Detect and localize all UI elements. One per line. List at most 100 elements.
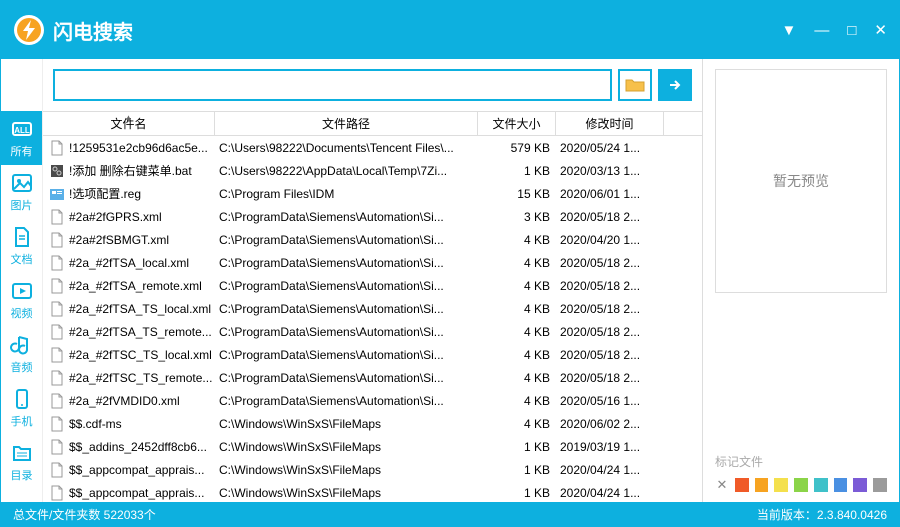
file-date: 2020/04/24 1... [556, 463, 664, 477]
tag-color[interactable] [834, 478, 848, 492]
close-button[interactable]: ✕ [874, 21, 887, 39]
file-date: 2020/05/18 2... [556, 279, 664, 293]
column-size[interactable]: 文件大小 [478, 112, 556, 135]
image-icon [10, 171, 34, 195]
file-name: !1259531e2cb96d6ac5e... [69, 141, 208, 155]
sidebar-item-image[interactable]: 图片 [1, 165, 42, 219]
svg-text:ALL: ALL [14, 126, 30, 135]
file-size: 1 KB [478, 440, 556, 454]
file-size: 4 KB [478, 302, 556, 316]
file-path: C:\Windows\WinSxS\FileMaps [215, 417, 478, 431]
file-name: #2a_#2fTSA_TS_local.xml [69, 302, 211, 316]
search-input[interactable] [53, 69, 612, 101]
phone-icon [10, 387, 34, 411]
table-row[interactable]: #2a_#2fTSA_TS_remote...C:\ProgramData\Si… [43, 320, 702, 343]
file-icon [49, 439, 65, 455]
file-size: 1 KB [478, 486, 556, 500]
file-name: $$.cdf-ms [69, 417, 122, 431]
all-icon: ALL [10, 117, 34, 141]
file-date: 2020/05/18 2... [556, 302, 664, 316]
file-path: C:\Windows\WinSxS\FileMaps [215, 463, 478, 477]
file-path: C:\ProgramData\Siemens\Automation\Si... [215, 256, 478, 270]
file-date: 2019/03/19 1... [556, 440, 664, 454]
sidebar-item-label: 文档 [11, 251, 33, 267]
tag-color[interactable] [814, 478, 828, 492]
sidebar-item-phone[interactable]: 手机 [1, 381, 42, 435]
preview-empty: 暂无预览 [715, 69, 887, 293]
file-icon [49, 462, 65, 478]
tag-color[interactable] [853, 478, 867, 492]
file-path: C:\ProgramData\Siemens\Automation\Si... [215, 325, 478, 339]
folder-button[interactable] [618, 69, 652, 101]
sidebar-item-label: 所有 [11, 143, 33, 159]
table-header: ▲文件名 文件路径 文件大小 修改时间 [43, 112, 702, 136]
tag-clear[interactable]: ✕ [715, 478, 729, 492]
file-name: $$_addins_2452dff8cb6... [69, 440, 207, 454]
table-row[interactable]: !选项配置.regC:\Program Files\IDM15 KB2020/0… [43, 182, 702, 205]
file-size: 4 KB [478, 348, 556, 362]
file-size: 4 KB [478, 233, 556, 247]
video-icon [10, 279, 34, 303]
maximize-button[interactable]: □ [847, 22, 856, 39]
column-path[interactable]: 文件路径 [215, 112, 478, 135]
file-date: 2020/04/20 1... [556, 233, 664, 247]
file-date: 2020/05/18 2... [556, 325, 664, 339]
table-row[interactable]: #2a_#2fTSA_TS_local.xml C:\ProgramData\Si… [43, 297, 702, 320]
table-row[interactable]: !添加 删除右键菜单.batC:\Users\98222\AppData\Loc… [43, 159, 702, 182]
file-size: 15 KB [478, 187, 556, 201]
file-size: 4 KB [478, 394, 556, 408]
file-path: C:\Users\98222\Documents\Tencent Files\.… [215, 141, 478, 155]
sidebar-item-label: 图片 [11, 197, 33, 213]
table-row[interactable]: #2a#2fGPRS.xmlC:\ProgramData\Siemens\Aut… [43, 205, 702, 228]
table-row[interactable]: #2a_#2fTSC_TS_remote...C:\ProgramData\Si… [43, 366, 702, 389]
table-row[interactable]: $$_appcompat_apprais...C:\Windows\WinSxS… [43, 481, 702, 502]
file-name: #2a_#2fTSA_local.xml [69, 256, 189, 270]
file-name: #2a_#2fTSA_TS_remote... [69, 325, 212, 339]
titlebar: 闪电搜索 ▼ — □ ✕ [1, 1, 899, 59]
minimize-button[interactable]: — [814, 22, 829, 39]
column-name[interactable]: ▲文件名 [43, 112, 215, 135]
doc-icon [10, 225, 34, 249]
preview-panel: 暂无预览 标记文件 ✕ [702, 59, 899, 502]
file-name: !选项配置.reg [69, 185, 141, 202]
window-controls: ▼ — □ ✕ [782, 21, 888, 39]
tag-color[interactable] [774, 478, 788, 492]
lightning-icon [13, 14, 45, 46]
dropdown-button[interactable]: ▼ [782, 22, 797, 39]
table-row[interactable]: #2a_#2fTSC_TS_local.xmlC:\ProgramData\Si… [43, 343, 702, 366]
folder-icon [625, 77, 645, 93]
app-title: 闪电搜索 [53, 16, 133, 45]
tag-color[interactable] [755, 478, 769, 492]
sidebar-item-video[interactable]: 视频 [1, 273, 42, 327]
table-body[interactable]: !1259531e2cb96d6ac5e... C:\Users\98222\Do… [43, 136, 702, 502]
file-icon [49, 278, 65, 294]
sidebar-item-audio[interactable]: 音频 [1, 327, 42, 381]
table-row[interactable]: #2a_#2fTSA_local.xml C:\ProgramData\Sieme… [43, 251, 702, 274]
table-row[interactable]: $$_addins_2452dff8cb6...C:\Windows\WinSx… [43, 435, 702, 458]
search-row [43, 59, 702, 111]
file-name: #2a_#2fTSA_remote.xml [69, 279, 202, 293]
tag-color[interactable] [735, 478, 749, 492]
file-date: 2020/05/24 1... [556, 141, 664, 155]
tag-color[interactable] [794, 478, 808, 492]
sort-asc-icon: ▲ [125, 113, 133, 122]
file-path: C:\ProgramData\Siemens\Automation\Si... [215, 302, 478, 316]
table-row[interactable]: $$_appcompat_apprais...C:\Windows\WinSxS… [43, 458, 702, 481]
file-size: 1 KB [478, 463, 556, 477]
sidebar: ALL 所有图片文档视频音频手机目录 [1, 59, 43, 502]
table-row[interactable]: #2a#2fSBMGT.xmlC:\ProgramData\Siemens\Au… [43, 228, 702, 251]
tag-color[interactable] [873, 478, 887, 492]
table-row[interactable]: #2a_#2fTSA_remote.xmlC:\ProgramData\Siem… [43, 274, 702, 297]
sidebar-item-doc[interactable]: 文档 [1, 219, 42, 273]
file-path: C:\ProgramData\Siemens\Automation\Si... [215, 348, 478, 362]
table-row[interactable]: !1259531e2cb96d6ac5e... C:\Users\98222\Do… [43, 136, 702, 159]
file-path: C:\Program Files\IDM [215, 187, 478, 201]
table-row[interactable]: $$.cdf-msC:\Windows\WinSxS\FileMaps4 KB2… [43, 412, 702, 435]
column-date[interactable]: 修改时间 [556, 112, 664, 135]
file-size: 4 KB [478, 256, 556, 270]
search-go-button[interactable] [658, 69, 692, 101]
sidebar-item-dir[interactable]: 目录 [1, 435, 42, 489]
file-icon [49, 324, 65, 340]
sidebar-item-all[interactable]: ALL 所有 [1, 111, 42, 165]
table-row[interactable]: #2a_#2fVMDID0.xmlC:\ProgramData\Siemens\… [43, 389, 702, 412]
